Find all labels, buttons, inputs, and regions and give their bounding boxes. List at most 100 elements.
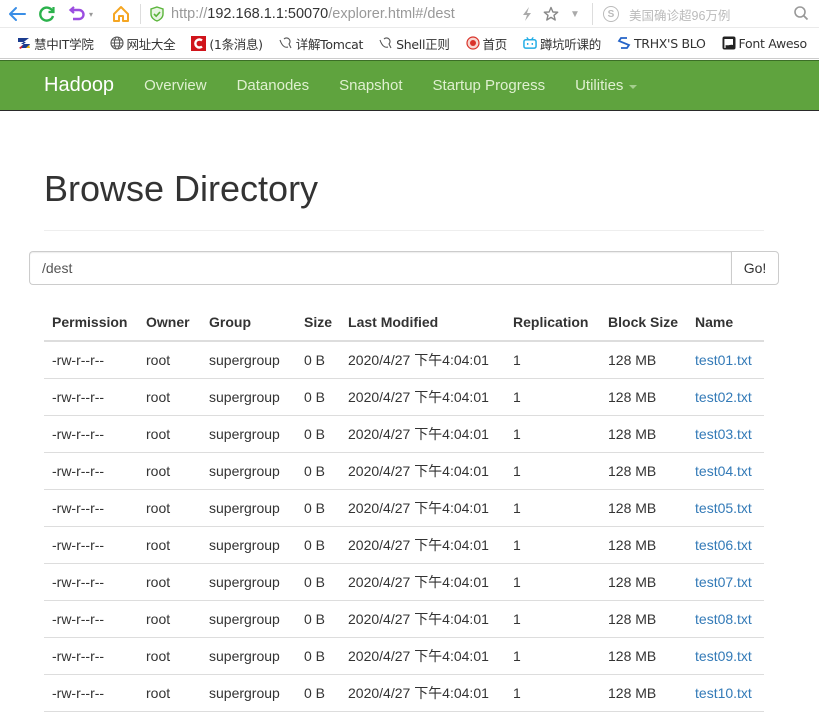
path-form: Go! <box>29 251 779 285</box>
cell-size: 0 B <box>296 562 341 600</box>
cell-size: 0 B <box>296 340 341 378</box>
directory-path-input[interactable] <box>29 251 731 285</box>
bookmark-csdn[interactable]: (1条消息) <box>191 34 263 53</box>
trhx-icon <box>617 36 631 50</box>
cell-last-modified: 2020/4/27 下午4:04:01 <box>340 599 506 637</box>
cell-replication: 1 <box>505 451 601 489</box>
column-header-block-size[interactable]: Block Size <box>600 304 688 342</box>
cell-replication: 1 <box>505 562 601 600</box>
page-icon <box>379 36 393 50</box>
table-row[interactable]: -rw-r--r-- root supergroup 0 B 2020/4/27 下午4… <box>44 525 764 563</box>
cell-name: test05.txt <box>687 488 764 526</box>
table-row[interactable]: -rw-r--r-- root supergroup 0 B 2020/4/27 下午4… <box>44 340 764 378</box>
file-name-link[interactable]: test09.txt <box>695 648 752 664</box>
cell-name: test06.txt <box>687 525 764 563</box>
bookmark-home[interactable]: 首页 <box>465 34 508 53</box>
column-header-group[interactable]: Group <box>201 304 296 342</box>
cell-permission: -rw-r--r-- <box>44 562 138 600</box>
table-body: -rw-r--r-- root supergroup 0 B 2020/4/27 下午4… <box>44 340 764 712</box>
nav-overview[interactable]: Overview <box>144 77 207 94</box>
table-row[interactable]: -rw-r--r-- root supergroup 0 B 2020/4/27 下午4… <box>44 414 764 452</box>
nav-label: Utilities <box>575 77 624 94</box>
directory-table: Permission Owner Group Size Last Modifie… <box>44 304 764 712</box>
address-bar[interactable]: http://192.168.1.1:50070/explorer.html#/… <box>149 3 509 25</box>
cell-name: test04.txt <box>687 451 764 489</box>
nav-utilities-dropdown[interactable]: Utilities <box>575 77 638 94</box>
chevron-down-icon[interactable]: ▾ <box>89 10 99 19</box>
undo-icon[interactable] <box>65 3 89 25</box>
chevron-down-icon[interactable]: ▼ <box>563 3 587 25</box>
cell-size: 0 B <box>296 451 341 489</box>
column-header-name[interactable]: Name <box>687 304 764 342</box>
arrow-left-icon[interactable] <box>5 3 29 25</box>
nav-snapshot[interactable]: Snapshot <box>339 77 402 94</box>
cell-replication: 1 <box>505 636 601 674</box>
cell-group: supergroup <box>201 340 296 378</box>
search-placeholder: 美国确诊超96万例 <box>629 8 731 23</box>
bookmark-tomcat[interactable]: 详解Tomcat <box>279 34 363 53</box>
column-header-owner[interactable]: Owner <box>138 304 201 342</box>
bookmark-shell[interactable]: Shell正则 <box>379 34 450 53</box>
bookmark-label: (1条消息) <box>209 36 263 52</box>
search-icon[interactable] <box>793 5 809 26</box>
bookmark-fontawesome[interactable]: Font Aweso <box>722 36 807 51</box>
table-row[interactable]: -rw-r--r-- root supergroup 0 B 2020/4/27 下午4… <box>44 488 764 526</box>
bookmarks-bar: 慧中IT学院 网址大全 (1条消息) 详解Tomcat Shell正则 首页 蹲… <box>0 28 819 59</box>
cell-last-modified: 2020/4/27 下午4:04:01 <box>340 414 506 452</box>
bookmark-trhx[interactable]: TRHX'S BLO <box>617 36 706 51</box>
cell-replication: 1 <box>505 673 601 712</box>
column-header-size[interactable]: Size <box>296 304 341 342</box>
nav-datanodes[interactable]: Datanodes <box>237 77 310 94</box>
bilibili-icon <box>523 36 537 50</box>
column-header-last-modified[interactable]: Last Modified <box>340 304 506 342</box>
cell-permission: -rw-r--r-- <box>44 599 138 637</box>
cell-last-modified: 2020/4/27 下午4:04:01 <box>340 562 506 600</box>
bookmark-wangzhi[interactable]: 网址大全 <box>109 34 176 53</box>
cell-group: supergroup <box>201 451 296 489</box>
cell-group: supergroup <box>201 599 296 637</box>
column-header-permission[interactable]: Permission <box>44 304 138 342</box>
bookmark-label: 蹲坑听课的 <box>539 36 601 52</box>
bookmark-label: TRHX'S BLO <box>633 35 706 51</box>
refresh-icon[interactable] <box>35 3 59 25</box>
page-icon <box>279 36 293 50</box>
cell-permission: -rw-r--r-- <box>44 340 138 378</box>
cell-name: test08.txt <box>687 599 764 637</box>
navbar-brand[interactable]: Hadoop <box>44 74 114 97</box>
cell-owner: root <box>138 451 201 489</box>
table-row[interactable]: -rw-r--r-- root supergroup 0 B 2020/4/27 下午4… <box>44 636 764 674</box>
file-name-link[interactable]: test08.txt <box>695 611 752 627</box>
table-row[interactable]: -rw-r--r-- root supergroup 0 B 2020/4/27 下午4… <box>44 377 764 415</box>
file-name-link[interactable]: test05.txt <box>695 500 752 516</box>
cell-block-size: 128 MB <box>600 451 688 489</box>
column-header-replication[interactable]: Replication <box>505 304 601 342</box>
file-name-link[interactable]: test04.txt <box>695 463 752 479</box>
cell-group: supergroup <box>201 562 296 600</box>
file-name-link[interactable]: test02.txt <box>695 389 752 405</box>
file-name-link[interactable]: test10.txt <box>695 685 752 701</box>
table-row[interactable]: -rw-r--r-- root supergroup 0 B 2020/4/27 下午4… <box>44 451 764 489</box>
cell-block-size: 128 MB <box>600 636 688 674</box>
cell-replication: 1 <box>505 599 601 637</box>
bookmark-bilibili[interactable]: 蹲坑听课的 <box>523 34 601 53</box>
caret-down-icon <box>629 84 638 89</box>
file-name-link[interactable]: test07.txt <box>695 574 752 590</box>
file-name-link[interactable]: test03.txt <box>695 426 752 442</box>
star-icon[interactable] <box>539 3 563 25</box>
table-row[interactable]: -rw-r--r-- root supergroup 0 B 2020/4/27 下午4… <box>44 562 764 600</box>
cell-owner: root <box>138 377 201 415</box>
lightning-icon[interactable] <box>515 3 539 25</box>
search-input[interactable]: S 美国确诊超96万例 <box>592 3 819 25</box>
nav-startup-progress[interactable]: Startup Progress <box>433 77 546 94</box>
cell-block-size: 128 MB <box>600 673 688 712</box>
file-name-link[interactable]: test01.txt <box>695 352 752 368</box>
home-icon[interactable] <box>109 3 133 25</box>
bookmark-huizhong[interactable]: 慧中IT学院 <box>17 34 94 53</box>
go-button[interactable]: Go! <box>731 251 779 285</box>
file-name-link[interactable]: test06.txt <box>695 537 752 553</box>
nav-label: Snapshot <box>339 77 403 94</box>
table-row[interactable]: -rw-r--r-- root supergroup 0 B 2020/4/27 下午4… <box>44 673 764 712</box>
browser-toolbar: ▾ http://192.168.1.1:50070/explorer.html… <box>0 0 819 28</box>
table-row[interactable]: -rw-r--r-- root supergroup 0 B 2020/4/27 下午4… <box>44 599 764 637</box>
bookmark-label: 首页 <box>482 36 508 52</box>
